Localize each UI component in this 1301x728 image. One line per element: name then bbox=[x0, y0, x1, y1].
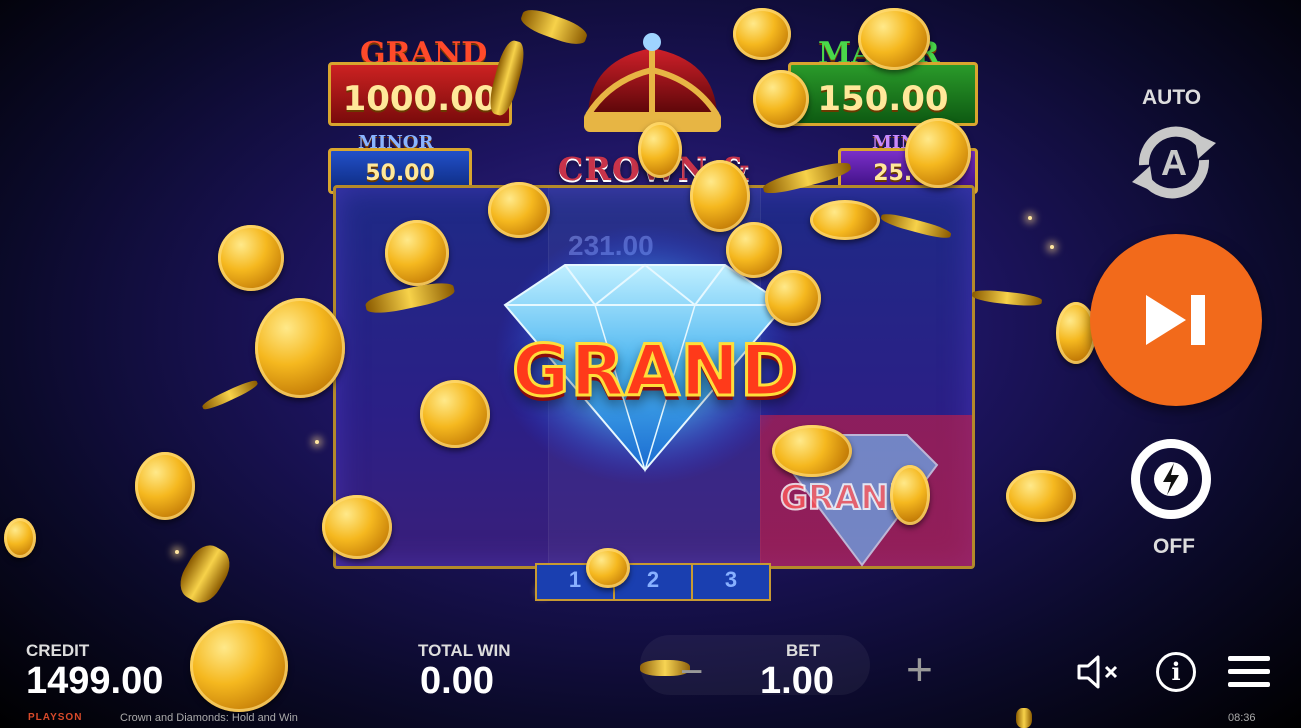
gold-coin-edge bbox=[173, 538, 237, 610]
gold-coin bbox=[190, 620, 288, 712]
sparkle bbox=[1028, 216, 1032, 220]
sound-muted-icon[interactable] bbox=[1076, 654, 1124, 690]
credit-value: 1499.00 bbox=[26, 660, 164, 702]
major-jackpot-panel: 150.00 bbox=[788, 62, 978, 126]
gold-coin-edge bbox=[971, 288, 1043, 308]
bet-label: BET bbox=[786, 641, 820, 660]
bet-increase-button[interactable]: + bbox=[906, 642, 933, 696]
sparkle bbox=[175, 550, 179, 554]
gold-coin bbox=[890, 465, 930, 525]
total-win-label: TOTAL WIN bbox=[418, 641, 511, 660]
provider-logo: PLAYSON bbox=[28, 712, 83, 723]
gold-coin bbox=[638, 122, 682, 178]
turbo-toggle-button[interactable] bbox=[1131, 439, 1211, 519]
gold-coin bbox=[385, 220, 449, 286]
total-win-value: 0.00 bbox=[420, 660, 494, 702]
bet-decrease-button[interactable]: − bbox=[680, 650, 703, 695]
gold-coin bbox=[733, 8, 791, 60]
bet-control bbox=[640, 635, 870, 695]
game-name-footer: Crown and Diamonds: Hold and Win bbox=[120, 712, 298, 724]
skip-forward-icon bbox=[1146, 295, 1205, 345]
gold-coin bbox=[420, 380, 490, 448]
credit-label: CREDIT bbox=[26, 641, 90, 660]
gold-coin bbox=[726, 222, 782, 278]
gold-coin bbox=[810, 200, 880, 240]
gold-coin bbox=[753, 70, 809, 128]
page-selector: 1 2 3 bbox=[535, 563, 771, 601]
gold-coin-edge bbox=[200, 377, 260, 413]
grand-jackpot-panel: 1000.00 bbox=[328, 62, 512, 126]
gold-coin-edge bbox=[518, 5, 590, 49]
hamburger-menu-icon[interactable] bbox=[1228, 656, 1270, 688]
svg-text:A: A bbox=[1161, 142, 1187, 183]
grand-win-banner: GRAND bbox=[511, 329, 800, 414]
gold-coin bbox=[1006, 470, 1076, 522]
sparkle bbox=[1050, 245, 1054, 249]
sparkle bbox=[315, 440, 319, 444]
menu-line bbox=[1228, 682, 1270, 687]
gold-coin bbox=[905, 118, 971, 188]
bet-value: 1.00 bbox=[760, 660, 834, 702]
gold-coin bbox=[772, 425, 852, 477]
gold-coin bbox=[488, 182, 550, 238]
gold-coin bbox=[858, 8, 930, 70]
gold-coin bbox=[690, 160, 750, 232]
gold-coin bbox=[218, 225, 284, 291]
menu-line bbox=[1228, 669, 1270, 674]
gold-coin bbox=[135, 452, 195, 520]
gold-coin-edge bbox=[1016, 708, 1032, 728]
gold-coin bbox=[765, 270, 821, 326]
spin-skip-button[interactable] bbox=[1090, 234, 1262, 406]
grand-jackpot-value: 1000.00 bbox=[342, 79, 498, 119]
clock: 08:36 bbox=[1228, 712, 1256, 724]
gold-coin bbox=[4, 518, 36, 558]
autoplay-label: AUTO bbox=[1142, 86, 1202, 109]
lightning-icon bbox=[1154, 462, 1188, 496]
gold-coin bbox=[255, 298, 345, 398]
menu-line bbox=[1228, 656, 1270, 661]
minor-jackpot-value: 50.00 bbox=[365, 161, 435, 186]
gold-coin bbox=[322, 495, 392, 559]
turbo-state-label: OFF bbox=[1153, 535, 1195, 558]
gold-coin bbox=[586, 548, 630, 588]
major-jackpot-value: 150.00 bbox=[817, 79, 949, 119]
page-button-3[interactable]: 3 bbox=[693, 565, 769, 599]
autoplay-icon[interactable]: A bbox=[1124, 115, 1224, 210]
info-icon[interactable]: i bbox=[1156, 652, 1196, 692]
